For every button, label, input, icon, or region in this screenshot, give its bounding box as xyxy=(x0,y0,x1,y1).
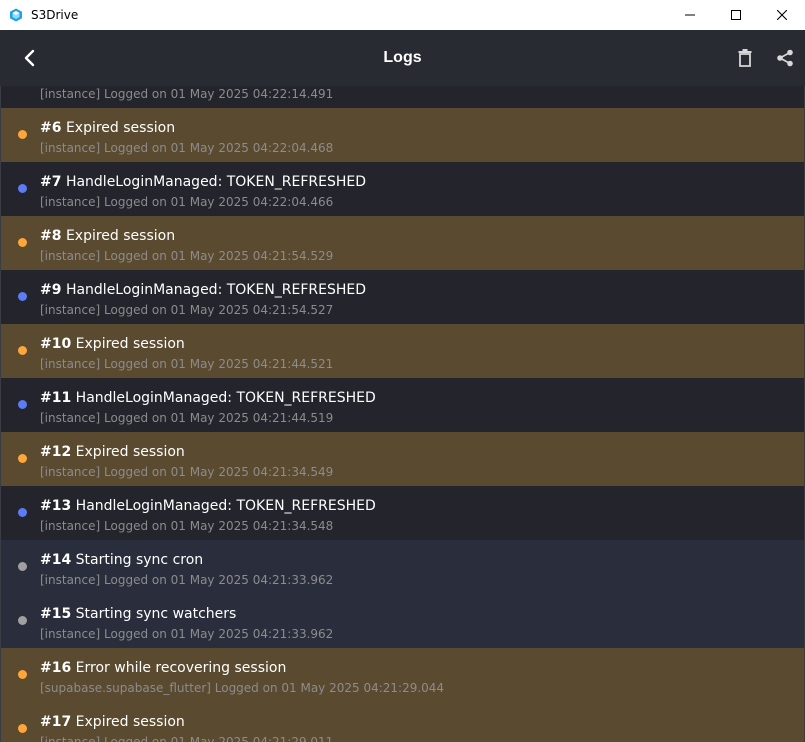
log-meta: [instance] Logged on 01 May 2025 04:21:3… xyxy=(40,627,334,641)
log-level-dot xyxy=(18,562,27,571)
arrow-back-icon xyxy=(24,49,35,67)
log-level-dot xyxy=(18,130,27,139)
maximize-icon xyxy=(731,10,741,20)
log-title: #15 Starting sync watchers xyxy=(40,606,236,622)
log-entry[interactable]: #11 HandleLoginManaged: TOKEN_REFRESHED [… xyxy=(0,378,805,433)
log-number: #17 xyxy=(40,714,72,730)
log-meta: [instance] Logged on 01 May 2025 04:21:5… xyxy=(40,303,334,317)
log-title: #13 HandleLoginManaged: TOKEN_REFRESHED xyxy=(40,498,376,514)
log-message: Expired session xyxy=(65,228,176,244)
log-number: #16 xyxy=(40,660,72,676)
log-title: #11 HandleLoginManaged: TOKEN_REFRESHED xyxy=(40,390,376,406)
log-entry[interactable]: #16 Error while recovering session [supab… xyxy=(0,648,805,703)
minimize-icon xyxy=(685,14,695,16)
log-entry[interactable]: #9 HandleLoginManaged: TOKEN_REFRESHED [i… xyxy=(0,270,805,325)
log-meta: [instance] Logged on 01 May 2025 04:22:0… xyxy=(40,195,334,209)
log-title: #17 Expired session xyxy=(40,714,185,730)
log-number: #9 xyxy=(40,282,62,298)
log-message: Error while recovering session xyxy=(75,660,287,676)
log-number: #10 xyxy=(40,336,72,352)
log-title: #10 Expired session xyxy=(40,336,185,352)
log-message: HandleLoginManaged: TOKEN_REFRESHED xyxy=(75,498,376,514)
log-meta: [supabase.supabase_flutter] Logged on 01… xyxy=(40,681,445,695)
log-title: #9 HandleLoginManaged: TOKEN_REFRESHED xyxy=(40,282,366,298)
log-entry[interactable]: #12 Expired session [instance] Logged on … xyxy=(0,432,805,487)
log-title: #12 Expired session xyxy=(40,444,185,460)
log-entry[interactable]: #13 HandleLoginManaged: TOKEN_REFRESHED [… xyxy=(0,486,805,541)
log-meta: [instance] Logged on 01 May 2025 04:21:4… xyxy=(40,411,334,425)
window-titlebar: S3Drive xyxy=(0,0,805,30)
log-entry[interactable]: #7 HandleLoginManaged: TOKEN_REFRESHED [i… xyxy=(0,162,805,217)
log-meta: [instance] Logged on 01 May 2025 04:21:4… xyxy=(40,357,334,371)
close-window-button[interactable] xyxy=(759,0,805,30)
log-meta: [instance] Logged on 01 May 2025 04:21:3… xyxy=(40,573,334,587)
log-title: #6 Expired session xyxy=(40,120,175,136)
log-entry[interactable]: #15 Starting sync watchers [instance] Log… xyxy=(0,594,805,649)
log-level-dot xyxy=(18,508,27,517)
log-level-dot xyxy=(18,238,27,247)
log-level-dot xyxy=(18,616,27,625)
log-message: HandleLoginManaged: TOKEN_REFRESHED xyxy=(65,282,367,298)
log-meta: [instance] Logged on 01 May 2025 04:21:2… xyxy=(40,735,334,742)
trash-icon xyxy=(738,49,752,67)
log-entry[interactable]: #17 Expired session [instance] Logged on … xyxy=(0,702,805,742)
log-number: #11 xyxy=(40,390,72,406)
log-number: #13 xyxy=(40,498,72,514)
log-number: #15 xyxy=(40,606,72,622)
log-entry[interactable]: #10 Expired session [instance] Logged on … xyxy=(0,324,805,379)
log-list[interactable]: [instance] Logged on 01 May 2025 04:22:1… xyxy=(0,86,805,742)
log-message: Starting sync watchers xyxy=(75,606,237,622)
log-level-dot xyxy=(18,292,27,301)
log-entry[interactable]: #14 Starting sync cron [instance] Logged … xyxy=(0,540,805,595)
log-title: #14 Starting sync cron xyxy=(40,552,203,568)
log-meta: [instance] Logged on 01 May 2025 04:21:5… xyxy=(40,249,334,263)
log-entry[interactable]: [instance] Logged on 01 May 2025 04:22:1… xyxy=(0,86,805,109)
log-number: #12 xyxy=(40,444,72,460)
log-number: #14 xyxy=(40,552,72,568)
log-meta: [instance] Logged on 01 May 2025 04:21:3… xyxy=(40,519,334,533)
close-icon xyxy=(777,10,787,20)
log-number: #8 xyxy=(40,228,62,244)
log-level-dot xyxy=(18,724,27,733)
log-title: #7 HandleLoginManaged: TOKEN_REFRESHED xyxy=(40,174,366,190)
log-message: Expired session xyxy=(75,336,185,352)
log-level-dot xyxy=(18,454,27,463)
app-bar: Logs xyxy=(0,30,805,86)
log-message: Expired session xyxy=(65,120,176,136)
window-title: S3Drive xyxy=(31,8,79,22)
log-entry[interactable]: #8 Expired session [instance] Logged on 0… xyxy=(0,216,805,271)
log-message: Starting sync cron xyxy=(75,552,204,568)
s3drive-logo-icon xyxy=(9,8,23,22)
log-message: HandleLoginManaged: TOKEN_REFRESHED xyxy=(65,174,367,190)
share-icon xyxy=(777,49,793,67)
page-title: Logs xyxy=(383,49,422,66)
log-meta: [instance] Logged on 01 May 2025 04:22:0… xyxy=(40,141,334,155)
log-meta: [instance] Logged on 01 May 2025 04:22:1… xyxy=(40,87,334,101)
log-entry[interactable]: #6 Expired session [instance] Logged on 0… xyxy=(0,108,805,163)
share-logs-button[interactable] xyxy=(773,46,797,70)
log-message: HandleLoginManaged: TOKEN_REFRESHED xyxy=(75,390,376,406)
log-title: #8 Expired session xyxy=(40,228,175,244)
back-button[interactable] xyxy=(16,44,44,72)
log-level-dot xyxy=(18,670,27,679)
log-meta: [instance] Logged on 01 May 2025 04:21:3… xyxy=(40,465,334,479)
log-message: Expired session xyxy=(75,714,185,730)
log-number: #7 xyxy=(40,174,62,190)
log-level-dot xyxy=(18,346,27,355)
clear-logs-button[interactable] xyxy=(733,46,757,70)
log-level-dot xyxy=(18,400,27,409)
log-message: Expired session xyxy=(75,444,185,460)
log-title: #16 Error while recovering session xyxy=(40,660,286,676)
log-level-dot xyxy=(18,184,27,193)
maximize-button[interactable] xyxy=(713,0,759,30)
minimize-button[interactable] xyxy=(667,0,713,30)
log-number: #6 xyxy=(40,120,62,136)
